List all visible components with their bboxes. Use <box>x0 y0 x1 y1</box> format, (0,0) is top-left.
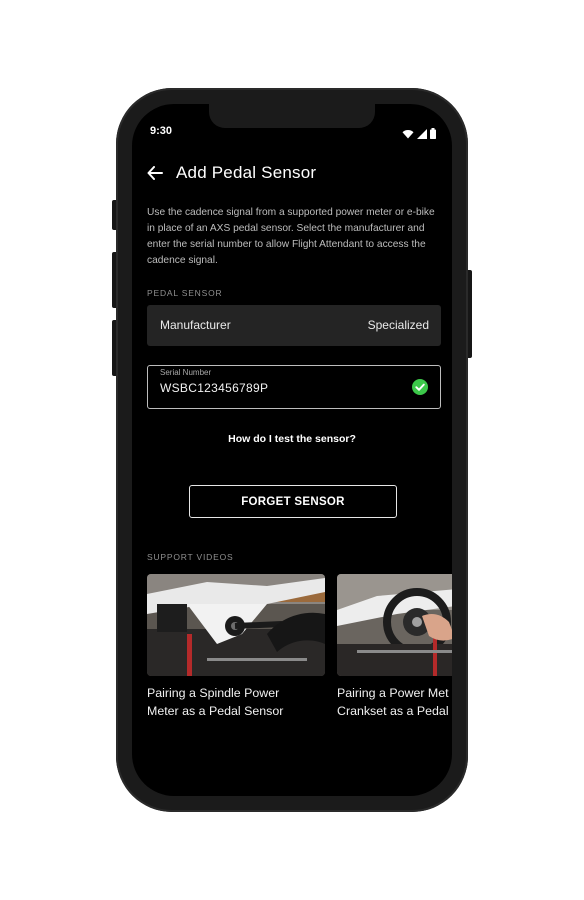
video-thumbnail[interactable] <box>337 574 452 676</box>
test-sensor-link[interactable]: How do I test the sensor? <box>132 433 452 445</box>
back-button[interactable] <box>144 162 166 184</box>
wifi-icon <box>402 126 414 144</box>
video-thumbnail[interactable] <box>147 574 325 676</box>
page-title: Add Pedal Sensor <box>176 163 317 182</box>
status-time: 9:30 <box>150 125 173 137</box>
serial-number-label: Serial Number <box>160 368 212 377</box>
video-card[interactable]: Pairing a Spindle Power Meter as a Pedal… <box>147 574 325 720</box>
phone-screen: 9:30 Add Pedal Sensor Use the cadence si… <box>132 104 452 796</box>
check-circle-icon <box>412 379 428 395</box>
pedal-sensor-section-label: PEDAL SENSOR <box>147 288 223 298</box>
manufacturer-value: Specialized <box>367 318 429 332</box>
manufacturer-label: Manufacturer <box>160 318 231 332</box>
serial-number-field[interactable]: Serial Number <box>147 365 441 409</box>
video-card[interactable]: Pairing a Power Met Crankset as a Pedal <box>337 574 452 720</box>
video-title[interactable]: Pairing a Spindle Power Meter as a Pedal… <box>147 684 325 720</box>
forget-sensor-button[interactable]: FORGET SENSOR <box>189 485 397 518</box>
description-text: Use the cadence signal from a supported … <box>147 207 435 266</box>
serial-number-input[interactable] <box>160 381 390 395</box>
notch <box>209 104 375 128</box>
signal-icon <box>417 126 427 144</box>
support-videos-section-label: SUPPORT VIDEOS <box>147 552 234 562</box>
status-icons <box>402 126 436 144</box>
battery-icon <box>430 126 436 144</box>
video-title[interactable]: Pairing a Power Met Crankset as a Pedal <box>337 684 452 720</box>
stage: 9:30 Add Pedal Sensor Use the cadence si… <box>0 0 584 900</box>
arrow-left-icon <box>147 166 163 180</box>
manufacturer-select[interactable]: Manufacturer Specialized <box>147 305 441 346</box>
support-videos-carousel[interactable]: Pairing a Spindle Power Meter as a Pedal… <box>147 574 452 734</box>
